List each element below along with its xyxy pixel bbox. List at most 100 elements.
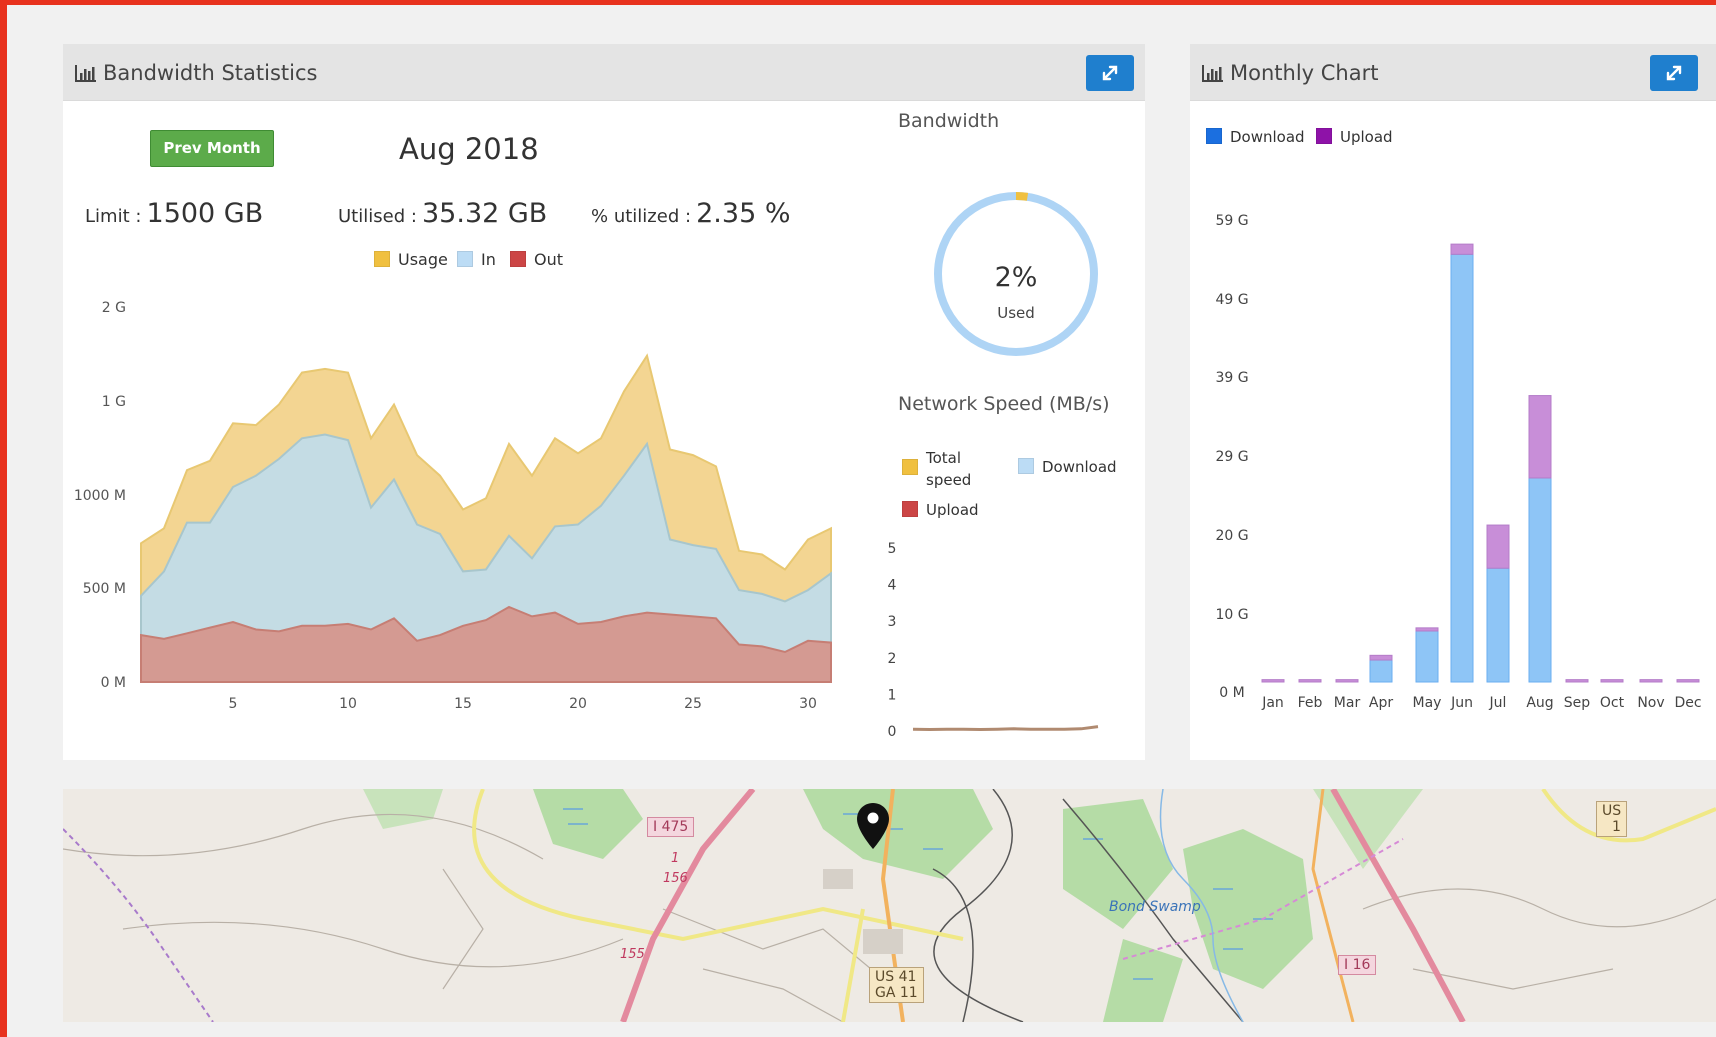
monthly-panel-header: Monthly Chart — [1190, 44, 1716, 101]
map-shield-us41: US 41 GA 11 — [869, 967, 924, 1003]
monthly-upload-bar — [1639, 679, 1663, 683]
legend-download-swatch — [1018, 458, 1034, 474]
monthly-x-tick: Dec — [1674, 695, 1701, 711]
bar-chart-icon — [1202, 65, 1223, 82]
legend-usage[interactable]: Usage — [374, 250, 448, 269]
monthly-y-tick: 10 G — [1215, 607, 1248, 623]
legend-total-label: Total speed — [926, 447, 971, 491]
monthly-legend-download[interactable]: Download — [1206, 128, 1305, 146]
map-label-i475: I 475 — [647, 817, 695, 837]
area-x-tick: 30 — [799, 696, 817, 712]
monthly-upload-bar — [1335, 679, 1359, 683]
monthly-x-tick: Mar — [1334, 695, 1361, 711]
bandwidth-heading: Bandwidth — [898, 110, 1000, 132]
utilised-value: 35.32 GB — [422, 198, 548, 229]
area-y-tick: 1000 M — [74, 488, 126, 504]
legend-out-label: Out — [534, 250, 564, 269]
monthly-y-tick: 49 G — [1215, 292, 1248, 308]
legend-download-speed[interactable]: Download — [1018, 458, 1117, 476]
month-title: Aug 2018 — [399, 132, 539, 166]
monthly-upload-bar — [1415, 627, 1439, 632]
area-x-tick: 15 — [454, 696, 472, 712]
monthly-y-tick: 39 G — [1215, 370, 1248, 386]
monthly-upload-bar — [1486, 524, 1510, 569]
percent-label: % utilized : — [591, 206, 692, 227]
legend-usage-label: Usage — [398, 250, 448, 269]
legend-total-speed[interactable]: Total speed — [902, 447, 971, 491]
bandwidth-area-chart: 0 M 500 M 1000 M 1 G 2 G 5 10 15 20 25 30 — [74, 300, 832, 712]
legend-total-line1: Total — [926, 449, 962, 467]
donut-used-slice — [1015, 192, 1029, 201]
legend-upload-label: Upload — [926, 501, 979, 519]
limit-label: Limit : — [85, 206, 142, 227]
percent-stat: % utilized : 2.35 % — [591, 198, 790, 229]
monthly-download-bar — [1486, 567, 1510, 683]
monthly-x-tick: Feb — [1298, 695, 1323, 711]
monthly-download-bar — [1528, 477, 1552, 683]
utilised-label: Utilised : — [338, 206, 417, 227]
bandwidth-expand-button[interactable] — [1086, 55, 1134, 91]
legend-in-swatch — [457, 251, 473, 267]
area-y-tick: 500 M — [83, 581, 126, 597]
monthly-x-tick: May — [1413, 695, 1442, 711]
monthly-upload-bar — [1528, 395, 1552, 479]
map-shield-us-edge-line1: US — [1602, 803, 1622, 819]
monthly-y-tick: 59 G — [1215, 213, 1248, 229]
monthly-upload-bar — [1261, 679, 1285, 683]
legend-download-label: Download — [1042, 458, 1117, 476]
map-shield-us41-line2: GA 11 — [875, 985, 918, 1001]
speed-y-tick: 3 — [888, 614, 897, 630]
area-y-tick: 1 G — [102, 394, 126, 410]
monthly-chart-panel: Monthly Chart Download Upload 0 M 10 G 20 … — [1190, 44, 1716, 760]
legend-in-label: In — [481, 250, 496, 269]
area-x-tick: 5 — [229, 696, 238, 712]
location-map[interactable]: I 475 I 16 Bond Swamp 156 155 1 US 41 GA… — [63, 789, 1716, 1022]
legend-total-swatch — [902, 459, 918, 475]
donut-value: 2% — [995, 262, 1038, 293]
monthly-panel-title-text: Monthly Chart — [1230, 61, 1379, 85]
legend-upload-swatch — [902, 501, 918, 517]
monthly-x-tick: Aug — [1526, 695, 1553, 711]
legend-in[interactable]: In — [457, 250, 496, 269]
map-shield-us-edge: US 1 — [1596, 801, 1628, 837]
speed-series-total — [912, 725, 1099, 732]
bandwidth-panel-header: Bandwidth Statistics — [63, 44, 1145, 101]
utilised-stat: Utilised : 35.32 GB — [338, 198, 547, 229]
monthly-upload-bar — [1298, 679, 1322, 683]
monthly-panel-title: Monthly Chart — [1202, 61, 1378, 85]
map-label-1: 1 — [671, 851, 680, 866]
monthly-bar-chart: 0 M 10 G 20 G 29 G 39 G 49 G 59 G Jan Feb Mar Apr M… — [1215, 213, 1701, 711]
map-marker-icon[interactable] — [857, 803, 889, 849]
prev-month-button[interactable]: Prev Month — [150, 130, 274, 167]
legend-out[interactable]: Out — [510, 250, 563, 269]
monthly-legend-download-swatch — [1206, 128, 1222, 144]
limit-value: 1500 GB — [146, 198, 264, 229]
monthly-y-tick: 29 G — [1215, 449, 1248, 465]
monthly-expand-button[interactable] — [1650, 55, 1698, 91]
monthly-download-bar — [1415, 630, 1439, 683]
map-label-156: 156 — [663, 871, 688, 886]
speed-y-tick: 5 — [888, 541, 897, 557]
area-x-tick: 25 — [684, 696, 702, 712]
monthly-legend-upload[interactable]: Upload — [1316, 128, 1393, 146]
monthly-download-bar — [1450, 253, 1474, 683]
bandwidth-panel-title: Bandwidth Statistics — [75, 61, 317, 85]
bandwidth-statistics-panel: Bandwidth Statistics Prev Month Aug 2018… — [63, 44, 1145, 760]
area-x-tick: 10 — [339, 696, 357, 712]
monthly-x-tick: Oct — [1600, 695, 1625, 711]
network-speed-chart: 0 1 2 3 4 5 — [888, 541, 1099, 740]
donut-label: Used — [997, 304, 1035, 322]
speed-y-tick: 1 — [888, 687, 897, 703]
left-accent-bar — [0, 0, 7, 1037]
bandwidth-panel-title-text: Bandwidth Statistics — [103, 61, 318, 85]
map-shield-us41-line1: US 41 — [875, 969, 917, 985]
monthly-y-tick: 20 G — [1215, 528, 1248, 544]
monthly-x-tick: Jun — [1450, 695, 1473, 711]
speed-y-tick: 4 — [888, 578, 897, 594]
monthly-legend-upload-label: Upload — [1340, 128, 1393, 146]
map-label-bond-swamp: Bond Swamp — [1109, 899, 1201, 915]
bandwidth-donut-chart: 2% Used — [934, 192, 1098, 356]
legend-upload-speed[interactable]: Upload — [902, 501, 979, 519]
legend-out-swatch — [510, 251, 526, 267]
area-y-tick: 0 M — [101, 675, 126, 691]
